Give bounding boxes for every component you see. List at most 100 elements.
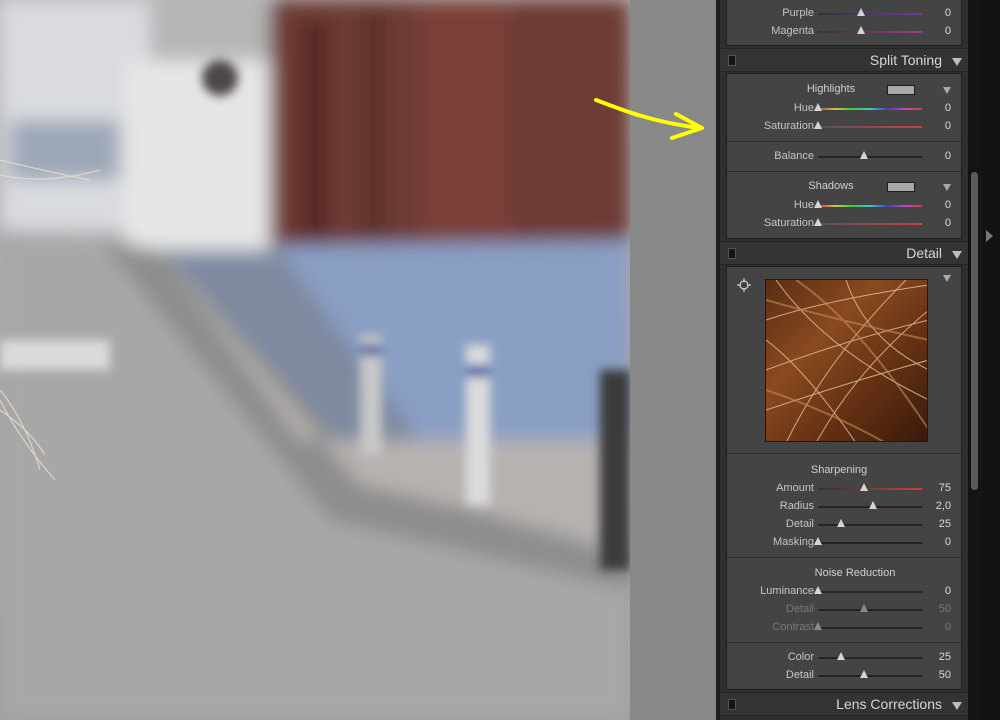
target-icon[interactable] (737, 278, 751, 292)
slider-knob[interactable] (837, 652, 845, 660)
highlights-color-swatch[interactable] (887, 85, 915, 95)
collapse-triangle-icon[interactable] (952, 251, 962, 259)
slider-knob[interactable] (857, 26, 865, 34)
slider-label: Purple (782, 7, 814, 19)
divider (727, 642, 963, 643)
slider-value[interactable]: 25 (939, 518, 951, 530)
slider-track[interactable] (818, 657, 922, 659)
slider-value[interactable]: 0 (945, 536, 951, 548)
divider (727, 141, 963, 142)
slider-knob[interactable] (860, 483, 868, 491)
slider-track[interactable] (818, 675, 922, 677)
slider-knob[interactable] (814, 121, 822, 129)
collapse-triangle-icon[interactable] (952, 702, 962, 710)
slider-track[interactable] (818, 126, 922, 128)
slider-label: Saturation (763, 120, 814, 132)
divider (727, 171, 963, 172)
slider-track[interactable] (818, 108, 922, 110)
section-title: Lens Corrections (836, 696, 942, 712)
slider-knob[interactable] (814, 103, 822, 111)
slider-label: Detail (785, 669, 814, 681)
divider (727, 557, 963, 558)
right-edge-strip[interactable] (982, 0, 1000, 720)
section-title: Split Toning (869, 52, 942, 68)
slider-value[interactable]: 50 (939, 669, 951, 681)
slider-track[interactable] (818, 205, 922, 207)
slider-knob[interactable] (860, 151, 868, 159)
develop-right-panel: Purple 0 Magenta 0 Split Toning Highligh… (716, 0, 968, 720)
panel-switch[interactable] (728, 55, 736, 66)
detail-header[interactable]: Detail (720, 241, 968, 265)
divider (727, 453, 963, 454)
slider-value[interactable]: 0 (945, 102, 951, 114)
slider-track (818, 609, 922, 611)
slider-label: Balance (774, 150, 814, 162)
slider-value[interactable]: 2,0 (936, 500, 951, 512)
slider-value[interactable]: 0 (945, 120, 951, 132)
slider-knob (860, 604, 868, 612)
expand-panel-arrow-icon[interactable] (986, 230, 993, 242)
slider-value: 50 (938, 603, 951, 615)
slider-row-color-detail: Detail 50 (727, 667, 963, 685)
slider-knob[interactable] (814, 586, 822, 594)
slider-row-shadows-hue: Hue 0 (727, 197, 963, 215)
slider-track[interactable] (818, 591, 922, 593)
detail-panel: Sharpening Amount 75 Radius 2,0 Detail 2… (726, 266, 963, 690)
slider-label: Detail (785, 518, 814, 530)
detail-preview-image[interactable] (765, 279, 928, 442)
slider-row-luminance-detail: Detail 50 (727, 601, 963, 619)
disclosure-triangle-icon[interactable] (943, 87, 951, 94)
slider-label: Radius (779, 500, 814, 512)
slider-label: Masking (773, 536, 814, 548)
photo-canvas (0, 0, 630, 720)
slider-row-contrast: Contrast 0 (727, 619, 963, 637)
slider-knob[interactable] (860, 670, 868, 678)
section-title: Detail (906, 245, 942, 261)
slider-value[interactable]: 0 (945, 199, 951, 211)
slider-value[interactable]: 0 (945, 150, 951, 162)
disclosure-triangle-icon[interactable] (943, 184, 951, 191)
slider-value[interactable]: 0 (945, 585, 951, 597)
split-toning-header[interactable]: Split Toning (720, 48, 968, 72)
slider-value[interactable]: 0 (945, 25, 951, 37)
shadows-color-swatch[interactable] (887, 182, 915, 192)
slider-track[interactable] (818, 542, 922, 544)
slider-track[interactable] (818, 31, 922, 33)
slider-knob[interactable] (814, 200, 822, 208)
slider-track[interactable] (818, 156, 922, 158)
slider-knob[interactable] (814, 218, 822, 226)
slider-track[interactable] (818, 223, 922, 225)
slider-row-color: Color 25 (727, 649, 963, 667)
slider-label: Magenta (771, 25, 814, 37)
slider-value: 0 (944, 621, 951, 633)
panel-switch[interactable] (728, 699, 736, 710)
slider-knob[interactable] (814, 537, 822, 545)
slider-value[interactable]: 0 (945, 217, 951, 229)
panel-scrollbar-thumb[interactable] (971, 172, 978, 490)
slider-row-highlights-hue: Hue 0 (727, 100, 963, 118)
slider-knob[interactable] (857, 8, 865, 16)
slider-label: Amount (776, 482, 814, 494)
slider-track[interactable] (818, 488, 922, 490)
panel-switch[interactable] (728, 248, 736, 259)
slider-knob[interactable] (837, 519, 845, 527)
slider-label: Contrast (772, 621, 814, 633)
slider-value[interactable]: 0 (945, 7, 951, 19)
disclosure-triangle-icon[interactable] (943, 275, 951, 282)
slider-track[interactable] (818, 13, 922, 15)
slider-row-shadows-saturation: Saturation 0 (727, 215, 963, 233)
slider-value[interactable]: 75 (939, 482, 951, 494)
lens-corrections-header[interactable]: Lens Corrections (720, 692, 968, 716)
slider-row-masking: Masking 0 (727, 534, 963, 552)
slider-knob[interactable] (869, 501, 877, 509)
slider-label: Detail (785, 603, 814, 615)
slider-track[interactable] (818, 524, 922, 526)
collapse-triangle-icon[interactable] (952, 58, 962, 66)
slider-row-highlights-saturation: Saturation 0 (727, 118, 963, 136)
slider-track (818, 627, 922, 629)
annotation-arrow-icon (594, 98, 704, 140)
slider-label: Hue (793, 102, 814, 114)
slider-value[interactable]: 25 (939, 651, 951, 663)
sharpening-label: Sharpening (810, 464, 868, 476)
slider-row-luminance: Luminance 0 (727, 583, 963, 601)
